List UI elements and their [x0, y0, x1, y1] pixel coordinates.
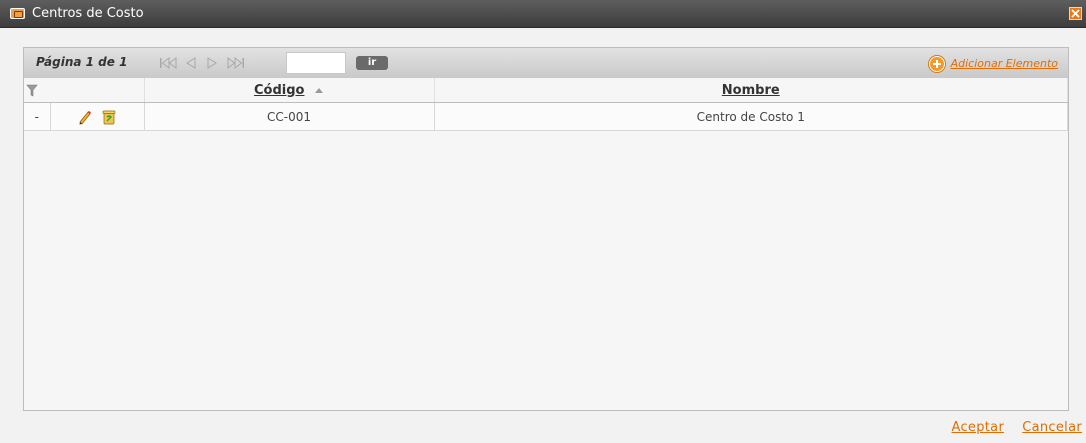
- go-button[interactable]: ir: [356, 56, 388, 70]
- add-element-link[interactable]: Adicionar Elemento: [951, 56, 1058, 72]
- page-number-input[interactable]: [286, 52, 346, 74]
- row-actions: [50, 102, 145, 131]
- close-icon[interactable]: [1069, 7, 1082, 20]
- nombre-header-label[interactable]: Nombre: [722, 83, 780, 98]
- plus-circle-icon[interactable]: [928, 56, 945, 72]
- delete-icon[interactable]: [101, 109, 117, 125]
- codigo-cell: CC-001: [144, 102, 435, 131]
- cancel-button[interactable]: Cancelar: [1022, 420, 1082, 435]
- window-title: Centros de Costo: [32, 6, 144, 21]
- page-label: Página 1 de 1: [36, 55, 128, 69]
- pagination-toolbar: Página 1 de 1 ir Adicionar Elemento: [24, 48, 1068, 79]
- accept-button[interactable]: Aceptar: [952, 420, 1005, 435]
- next-page-icon[interactable]: [206, 57, 218, 69]
- first-page-icon[interactable]: [159, 57, 179, 69]
- window-app-icon: [10, 8, 25, 19]
- last-page-icon[interactable]: [225, 57, 245, 69]
- column-header-codigo[interactable]: Código: [144, 78, 435, 103]
- cost-centers-table: Código Nombre - CC-001 Centro de Costo 1: [24, 78, 1068, 131]
- add-element-control[interactable]: Adicionar Elemento: [928, 56, 1058, 72]
- nombre-cell: Centro de Costo 1: [434, 102, 1068, 131]
- table-row: - CC-001 Centro de Costo 1: [24, 102, 1068, 131]
- filter-header-cell[interactable]: [24, 78, 145, 103]
- window-titlebar: Centros de Costo: [0, 0, 1086, 28]
- edit-icon[interactable]: [77, 109, 92, 125]
- filter-icon[interactable]: [26, 84, 38, 97]
- codigo-header-label[interactable]: Código: [254, 83, 304, 98]
- previous-page-icon[interactable]: [185, 57, 197, 69]
- table-header-row: Código Nombre: [24, 78, 1068, 103]
- row-marker: -: [24, 102, 51, 131]
- column-header-nombre[interactable]: Nombre: [434, 78, 1068, 103]
- grid-panel: Página 1 de 1 ir Adicionar Elemento Códi…: [23, 47, 1069, 411]
- dialog-actions: Aceptar Cancelar: [938, 420, 1082, 435]
- sort-ascending-icon: [315, 87, 323, 93]
